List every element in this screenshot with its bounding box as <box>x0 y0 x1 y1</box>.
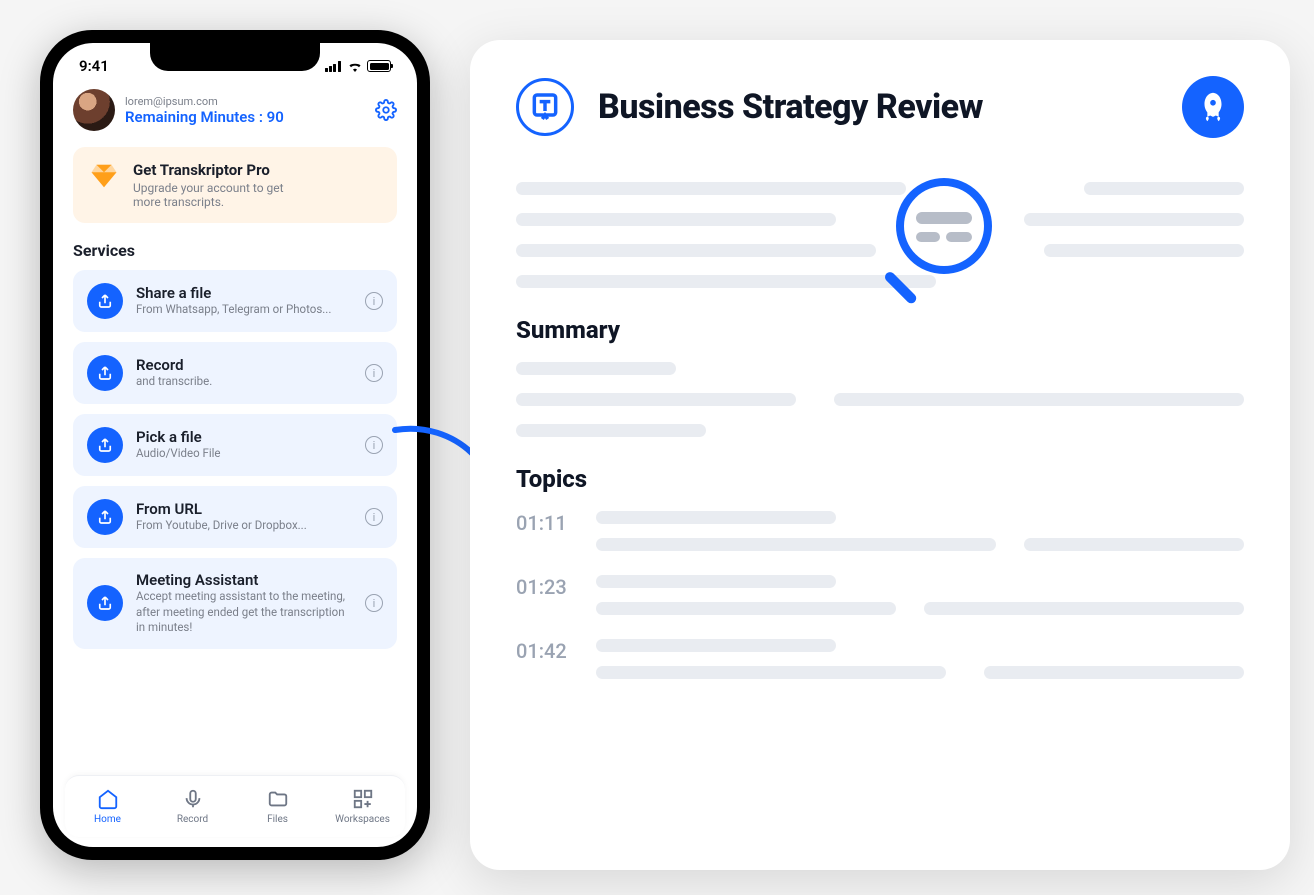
promo-subtitle: Upgrade your account to get more transcr… <box>133 181 313 209</box>
avatar[interactable] <box>73 89 115 131</box>
user-email: lorem@ipsum.com <box>125 95 365 108</box>
tab-record[interactable]: Record <box>150 776 235 837</box>
service-from-url[interactable]: From URLFrom Youtube, Drive or Dropbox..… <box>73 486 397 548</box>
phone-notch <box>150 43 320 71</box>
info-icon[interactable]: i <box>365 292 383 310</box>
transkriptor-logo-icon <box>516 78 574 136</box>
phone-mockup: 9:41 lorem@ipsum.com Remaining Minutes :… <box>40 30 430 860</box>
topic-row[interactable]: 01:11 <box>516 511 1244 565</box>
topics-heading: Topics <box>516 465 1244 493</box>
magnify-icon <box>876 174 1006 304</box>
remaining-minutes: Remaining Minutes : 90 <box>125 108 365 126</box>
upload-icon <box>87 585 123 621</box>
home-icon <box>97 788 119 810</box>
transcript-skeleton <box>516 182 1244 288</box>
services-heading: Services <box>73 241 397 260</box>
wifi-icon <box>347 60 363 72</box>
diamond-icon <box>89 161 119 191</box>
service-pick-file[interactable]: Pick a fileAudio/Video File i <box>73 414 397 476</box>
tab-workspaces[interactable]: Workspaces <box>320 776 405 837</box>
topic-row[interactable]: 01:42 <box>516 639 1244 693</box>
mic-icon <box>182 788 204 810</box>
service-meeting-assistant[interactable]: Meeting AssistantAccept meeting assistan… <box>73 558 397 649</box>
panel-title: Business Strategy Review <box>598 87 983 127</box>
cellular-icon <box>325 61 343 72</box>
promo-title: Get Transkriptor Pro <box>133 161 313 179</box>
upload-icon <box>87 355 123 391</box>
info-icon[interactable]: i <box>365 508 383 526</box>
topic-row[interactable]: 01:23 <box>516 575 1244 629</box>
clock: 9:41 <box>79 57 109 75</box>
timestamp: 01:11 <box>516 511 574 535</box>
grid-icon <box>352 788 374 810</box>
info-icon[interactable]: i <box>365 364 383 382</box>
info-icon[interactable]: i <box>365 436 383 454</box>
gear-icon[interactable] <box>375 99 397 121</box>
folder-icon <box>267 788 289 810</box>
summary-skeleton <box>516 362 1244 437</box>
battery-icon <box>367 60 391 72</box>
service-share-file[interactable]: Share a fileFrom Whatsapp, Telegram or P… <box>73 270 397 332</box>
upload-icon <box>87 427 123 463</box>
service-record[interactable]: Recordand transcribe. i <box>73 342 397 404</box>
result-panel: Business Strategy Review Summary <box>470 40 1290 870</box>
user-header: lorem@ipsum.com Remaining Minutes : 90 <box>73 89 397 131</box>
upload-icon <box>87 499 123 535</box>
summary-heading: Summary <box>516 316 1244 344</box>
info-icon[interactable]: i <box>365 594 383 612</box>
upload-icon <box>87 283 123 319</box>
tab-home[interactable]: Home <box>65 776 150 837</box>
timestamp: 01:23 <box>516 575 574 599</box>
timestamp: 01:42 <box>516 639 574 663</box>
tab-files[interactable]: Files <box>235 776 320 837</box>
tab-bar: Home Record Files Workspaces <box>65 775 405 837</box>
rocket-icon[interactable] <box>1182 76 1244 138</box>
promo-card[interactable]: Get Transkriptor Pro Upgrade your accoun… <box>73 147 397 223</box>
